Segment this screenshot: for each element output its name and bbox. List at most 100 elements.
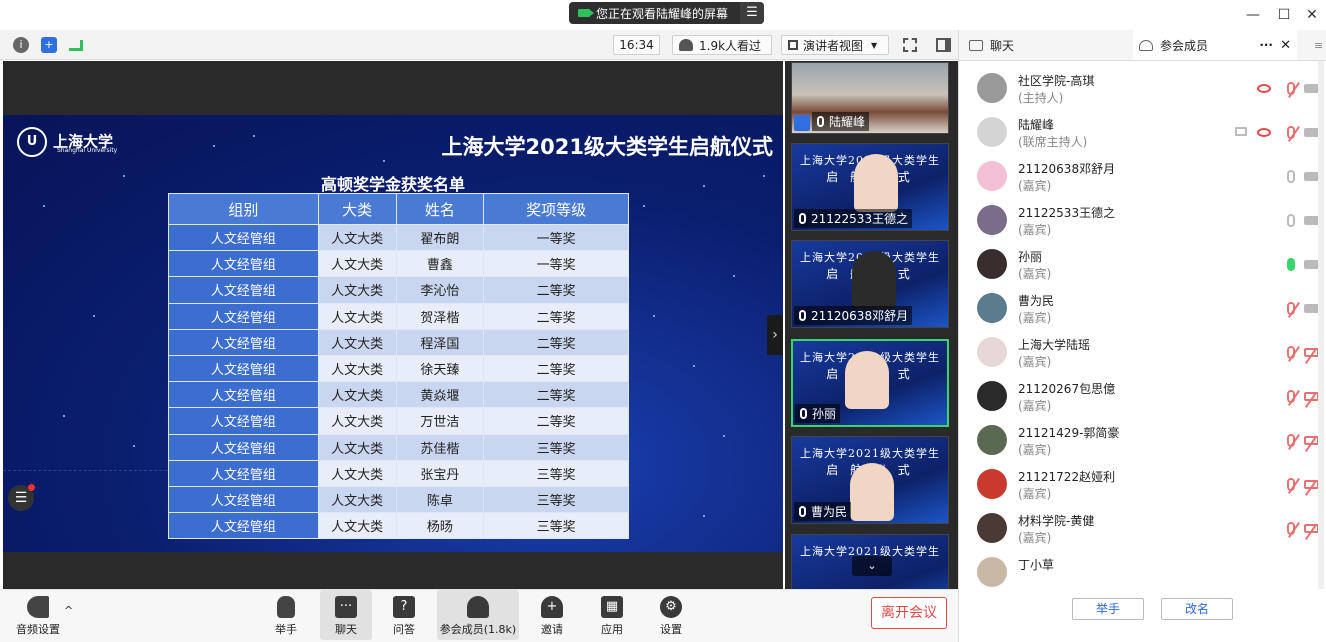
apps-button[interactable]: ▦ 应用	[592, 590, 632, 640]
camera-off-icon[interactable]	[1304, 348, 1319, 357]
table-cell: 二等奖	[483, 381, 629, 409]
minimize-button[interactable]: —	[1243, 5, 1263, 25]
raise-hand-button[interactable]: 举手	[266, 590, 306, 640]
camera-icon[interactable]	[1304, 216, 1319, 225]
participant-face	[850, 463, 894, 521]
camera-off-icon[interactable]	[1304, 480, 1319, 489]
participant-role: (嘉宾)	[1018, 311, 1052, 325]
mic-muted-icon[interactable]	[1287, 346, 1295, 359]
mic-muted-icon[interactable]	[1287, 434, 1295, 447]
slide-subtitle: 高顿奖学金获奖名单	[320, 175, 465, 194]
table-cell: 人文经管组	[168, 433, 319, 461]
panel-menu-icon[interactable]: ≡	[1314, 39, 1323, 52]
table-cell: 人文大类	[317, 433, 397, 461]
chevron-up-icon[interactable]: ^	[64, 604, 73, 617]
video-thumbnail[interactable]: 上海大学2021级大类学生启 航 仪 式21120638邓舒月	[791, 240, 949, 328]
table-cell: 徐天臻	[395, 354, 485, 383]
participant-row[interactable]: 陆耀峰 (联席主持人)	[959, 111, 1326, 155]
close-window-button[interactable]: ✕	[1302, 5, 1322, 25]
table-cell: 二等奖	[483, 354, 629, 383]
camera-icon[interactable]	[1304, 172, 1319, 181]
screen-share-banner[interactable]: 您正在观看陆耀峰的屏幕 ☰	[569, 2, 764, 24]
video-thumbnail[interactable]: 上海大学2021级大类学生启 航 仪 式曹为民	[791, 436, 949, 524]
star	[383, 160, 385, 162]
camera-icon[interactable]	[1304, 260, 1319, 269]
hand-icon	[277, 596, 295, 618]
star	[693, 365, 695, 367]
table-cell: 三等奖	[483, 485, 629, 514]
info-icon[interactable]: i	[13, 37, 29, 53]
scrollbar[interactable]	[1318, 61, 1324, 589]
camera-icon[interactable]	[1304, 304, 1319, 313]
viewers-count[interactable]: 1.9k人看过	[672, 35, 772, 55]
camera-off-icon[interactable]	[1304, 436, 1319, 445]
maximize-button[interactable]: ☐	[1274, 5, 1294, 25]
camera-icon[interactable]	[1304, 128, 1319, 137]
view-mode-select[interactable]: 演讲者视图 ▼	[781, 35, 889, 55]
mic-muted-icon[interactable]	[1287, 390, 1295, 403]
layout-toggle-icon[interactable]	[936, 38, 951, 52]
participants-button[interactable]: 参会成员(1.8k)	[437, 590, 519, 640]
table-cell: 人文大类	[317, 354, 397, 383]
mic-muted-icon[interactable]	[1287, 522, 1295, 535]
participant-row[interactable]: 丁小草	[959, 551, 1326, 589]
leave-meeting-button[interactable]: 离开会议	[871, 597, 947, 629]
invite-button[interactable]: + 邀请	[532, 590, 572, 640]
menu-list-icon[interactable]: ☰	[8, 484, 35, 511]
participant-row[interactable]: 上海大学陆瑶 (嘉宾)	[959, 331, 1326, 375]
table-cell: 人文大类	[317, 250, 397, 278]
participant-row[interactable]: 材料学院-黄健 (嘉宾)	[959, 507, 1326, 551]
avatar	[977, 117, 1007, 147]
shield-icon[interactable]: +	[41, 37, 57, 53]
mic-active-icon[interactable]	[1287, 258, 1295, 271]
camera-off-icon[interactable]	[1304, 524, 1319, 533]
share-menu-icon[interactable]: ☰	[740, 2, 764, 24]
avatar	[977, 73, 1007, 103]
video-thumbnail[interactable]: 陆耀峰	[791, 62, 949, 134]
participant-role: (嘉宾)	[1018, 399, 1052, 413]
star	[43, 205, 45, 207]
chevron-right-icon[interactable]: ›	[767, 315, 783, 355]
microphone-icon	[799, 213, 806, 224]
screen-icon[interactable]	[1235, 127, 1247, 136]
participant-row[interactable]: 曹为民 (嘉宾)	[959, 287, 1326, 331]
microphone-icon[interactable]	[1287, 170, 1295, 183]
participant-row[interactable]: 21120267包思億 (嘉宾)	[959, 375, 1326, 419]
signal-icon[interactable]	[69, 40, 83, 51]
camera-off-icon[interactable]	[1304, 392, 1319, 401]
participant-row[interactable]: 21122533王德之 (嘉宾)	[959, 199, 1326, 243]
qa-button[interactable]: ? 问答	[384, 590, 424, 640]
participant-row[interactable]: 21120638邓舒月 (嘉宾)	[959, 155, 1326, 199]
raise-hand-button[interactable]: 举手	[1072, 598, 1144, 620]
tab-members[interactable]: 参会成员 ··· ✕	[1133, 30, 1297, 60]
table-cell: 人文经管组	[168, 512, 319, 540]
microphone-icon	[799, 310, 806, 321]
camera-icon[interactable]	[1304, 84, 1319, 93]
tab-chat[interactable]: 聊天	[963, 30, 1131, 60]
table-cell: 一等奖	[483, 250, 629, 278]
rename-button[interactable]: 改名	[1161, 598, 1233, 620]
spotlight-icon[interactable]	[1257, 128, 1271, 137]
participant-role: (嘉宾)	[1018, 223, 1052, 237]
microphone-icon[interactable]	[1287, 214, 1295, 227]
more-icon[interactable]: ···	[1259, 38, 1273, 52]
audio-settings-button[interactable]: 音频设置	[10, 590, 66, 640]
chevron-down-icon[interactable]: ⌄	[852, 556, 892, 576]
mic-muted-icon[interactable]	[1287, 478, 1295, 491]
participant-row[interactable]: 21121429-郭简豪 (嘉宾)	[959, 419, 1326, 463]
close-icon[interactable]: ✕	[1280, 38, 1291, 53]
video-thumbnail[interactable]: 上海大学2021级大类学生启 航 仪 式孙丽	[791, 339, 949, 427]
mic-muted-icon[interactable]	[1287, 302, 1295, 315]
video-thumbnail[interactable]: 上海大学2021级大类学生启 航 仪 式21122533王德之	[791, 143, 949, 231]
settings-button[interactable]: ⚙ 设置	[651, 590, 691, 640]
mic-muted-icon[interactable]	[1287, 126, 1295, 139]
speaker-icon	[27, 596, 49, 618]
mic-muted-icon[interactable]	[1287, 82, 1295, 95]
participant-row[interactable]: 孙丽 (嘉宾)	[959, 243, 1326, 287]
participant-row[interactable]: 21121722赵娅利 (嘉宾)	[959, 463, 1326, 507]
spotlight-icon[interactable]	[1257, 84, 1271, 93]
fullscreen-icon[interactable]	[903, 38, 917, 52]
chat-button[interactable]: ··· 聊天	[320, 590, 372, 640]
microphone-icon	[817, 116, 824, 127]
participant-row[interactable]: 社区学院-高琪 (主持人)	[959, 67, 1326, 111]
